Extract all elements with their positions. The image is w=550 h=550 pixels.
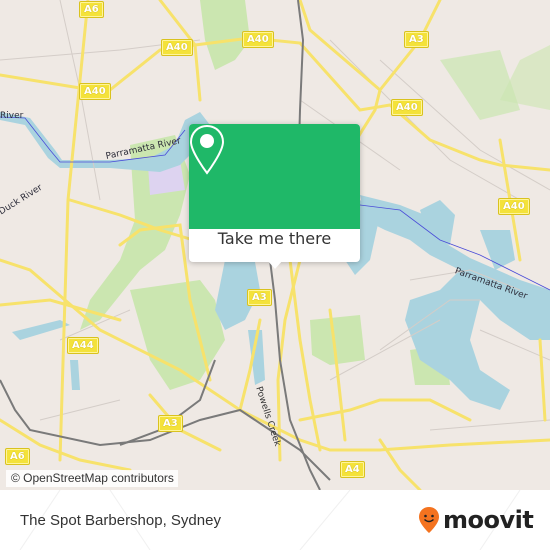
river-label: River — [0, 111, 24, 121]
road-shield-a3: A3 — [248, 290, 271, 305]
road-shield-a40: A40 — [499, 199, 529, 214]
road-shield-a6: A6 — [6, 449, 29, 464]
road-shield-a44: A44 — [68, 338, 98, 353]
road-shield-a40: A40 — [392, 100, 422, 115]
map-pin-icon — [189, 124, 225, 175]
road-shield-a40: A40 — [243, 32, 273, 47]
place-title: The Spot Barbershop, Sydney — [20, 512, 221, 529]
popup-header — [189, 124, 360, 229]
road-shield-a40: A40 — [80, 84, 110, 99]
road-shield-a6: A6 — [80, 2, 103, 17]
road-shield-a4: A4 — [341, 462, 364, 477]
take-me-there-button[interactable]: Take me there — [189, 229, 360, 262]
map-attribution[interactable]: © OpenStreetMap contributors — [6, 470, 178, 487]
road-shield-a40: A40 — [162, 40, 192, 55]
moovit-logo[interactable]: moovit — [418, 506, 534, 534]
road-shield-a3: A3 — [405, 32, 428, 47]
map-view[interactable]: A6 A40 A40 A40 A3 A40 A40 A3 A44 A3 A6 A… — [0, 0, 550, 490]
brand-name: moovit — [443, 506, 534, 534]
popup-pointer — [267, 260, 283, 269]
road-shield-a3: A3 — [159, 416, 182, 431]
moovit-pin-icon — [419, 507, 439, 533]
location-popup: Take me there — [189, 124, 360, 269]
